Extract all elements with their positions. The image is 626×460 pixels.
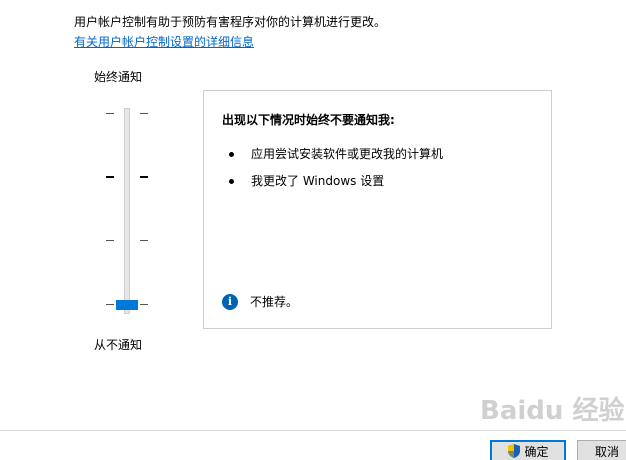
uac-details-link[interactable]: 有关用户帐户控制设置的详细信息 (74, 33, 254, 50)
info-icon: i (222, 293, 238, 310)
slider-track[interactable] (124, 108, 130, 314)
slider-tick-right-4 (140, 304, 148, 305)
cancel-button[interactable]: 取消 (577, 440, 626, 460)
bullet-icon (229, 152, 234, 157)
panel-note: i 不推荐。 (222, 293, 298, 310)
slider-top-label: 始终通知 (94, 70, 143, 84)
uac-description: 用户帐户控制有助于预防有害程序对你的计算机进行更改。 (74, 15, 387, 29)
ok-button-label: 确定 (524, 444, 549, 459)
panel-item-text: 我更改了 Windows 设置 (251, 174, 385, 188)
slider-tick-left-3 (106, 240, 114, 241)
bullet-icon (229, 179, 234, 184)
ok-button[interactable]: 确定 (490, 440, 566, 460)
slider-bottom-label: 从不通知 (94, 338, 143, 352)
footer-divider (0, 430, 626, 431)
watermark: Baidu 经验 (480, 396, 625, 426)
slider-tick-right-3 (140, 240, 148, 241)
uac-settings-window: 用户帐户控制有助于预防有害程序对你的计算机进行更改。 有关用户帐户控制设置的详细… (0, 0, 626, 460)
description-panel: 出现以下情况时始终不要通知我: 应用尝试安装软件或更改我的计算机 我更改了 Wi… (203, 90, 552, 329)
slider-tick-right-2 (140, 176, 148, 178)
cancel-button-label: 取消 (594, 444, 619, 459)
slider-tick-left-4 (106, 304, 114, 305)
slider-tick-right-1 (140, 113, 148, 114)
uac-shield-icon (508, 444, 521, 458)
slider-thumb[interactable] (116, 300, 138, 310)
slider-tick-left-2 (106, 176, 114, 178)
panel-list-item: 应用尝试安装软件或更改我的计算机 (229, 145, 443, 162)
slider-tick-left-1 (106, 113, 114, 114)
panel-list-item: 我更改了 Windows 设置 (229, 172, 384, 189)
panel-note-text: 不推荐。 (250, 295, 299, 309)
panel-item-text: 应用尝试安装软件或更改我的计算机 (251, 147, 444, 161)
panel-title: 出现以下情况时始终不要通知我: (222, 113, 395, 127)
